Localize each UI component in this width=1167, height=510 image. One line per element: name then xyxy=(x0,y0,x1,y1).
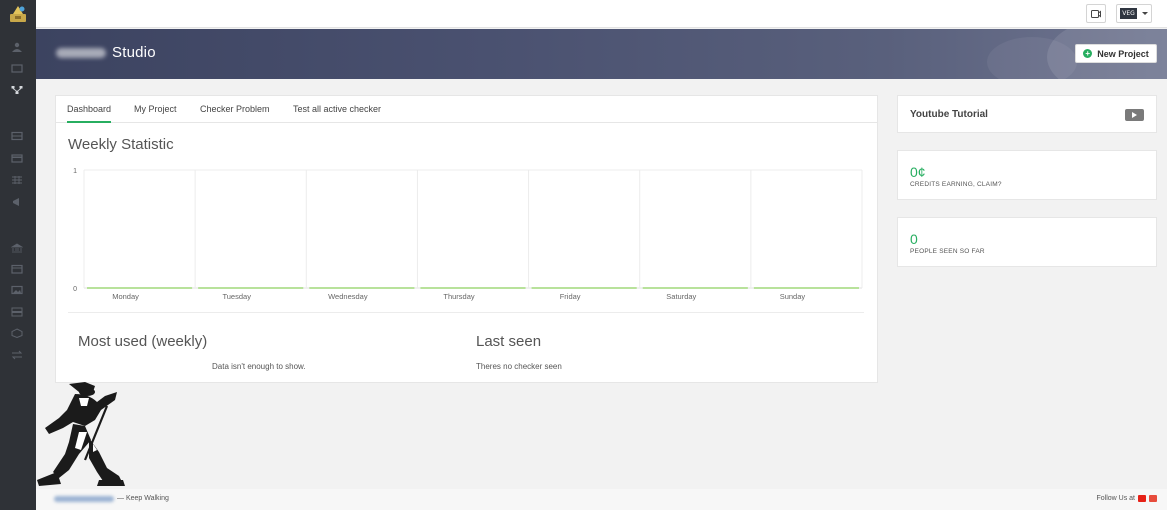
exchange-icon[interactable] xyxy=(11,350,23,360)
tab-test-all-active-checker[interactable]: Test all active checker xyxy=(293,104,381,114)
tab-bar: Dashboard My Project Checker Problem Tes… xyxy=(56,96,877,123)
briefcase-icon[interactable] xyxy=(11,63,23,73)
cube-icon[interactable] xyxy=(11,328,23,338)
footer: — Keep Walking Follow Us at xyxy=(36,489,1167,510)
people-seen-widget: 0 PEOPLE SEEN SO FAR xyxy=(897,217,1157,267)
chevron-down-icon xyxy=(1142,12,1148,15)
y-tick-label: 0 xyxy=(73,286,77,293)
plus-circle-icon: + xyxy=(1083,49,1093,58)
inbox-icon[interactable] xyxy=(11,131,23,141)
new-project-button[interactable]: + New Project xyxy=(1075,44,1157,63)
credit-card-icon[interactable] xyxy=(11,153,23,163)
image-icon[interactable] xyxy=(11,285,23,295)
most-used-text: Data isn't enough to show. xyxy=(212,362,306,371)
weekly-chart: 1 0 Monday Tuesday Wednesday Thursday Friday Sa… xyxy=(73,168,863,301)
calendar-icon[interactable] xyxy=(11,264,23,274)
most-used-title: Most used (weekly) xyxy=(78,333,208,350)
x-tick-label: Thursday xyxy=(443,292,475,301)
follow-us: Follow Us at xyxy=(1096,495,1157,502)
chart-title: Weekly Statistic xyxy=(68,136,174,153)
credits-label[interactable]: CREDITS EARNING, CLAIM? xyxy=(910,181,1002,188)
credits-value: 0¢ xyxy=(910,164,926,180)
footer-credit: — Keep Walking xyxy=(54,495,169,502)
x-tick-label: Monday xyxy=(112,292,139,301)
video-icon xyxy=(1091,9,1101,18)
page-title-text: Studio xyxy=(112,44,156,61)
youtube-play-icon[interactable] xyxy=(1125,109,1144,121)
x-tick-label: Friday xyxy=(560,292,581,301)
striding-man-logo-icon xyxy=(37,382,125,486)
x-tick-label: Wednesday xyxy=(328,292,368,301)
header-banner: Studio + New Project xyxy=(36,29,1167,79)
grid-icon[interactable] xyxy=(11,175,23,185)
redacted-brand-link[interactable] xyxy=(54,495,114,502)
youtube-tutorial-title: Youtube Tutorial xyxy=(910,109,988,120)
divider xyxy=(68,312,864,313)
x-tick-label: Sunday xyxy=(780,292,806,301)
youtube-tutorial-widget[interactable]: Youtube Tutorial xyxy=(897,95,1157,133)
people-seen-label: PEOPLE SEEN SO FAR xyxy=(910,248,985,255)
x-tick-label: Tuesday xyxy=(222,292,251,301)
credits-widget[interactable]: 0¢ CREDITS EARNING, CLAIM? xyxy=(897,150,1157,200)
people-seen-value: 0 xyxy=(910,231,918,247)
top-bar: VEG xyxy=(36,0,1167,28)
mail-icon[interactable] xyxy=(1149,495,1157,502)
tab-dashboard[interactable]: Dashboard xyxy=(67,104,112,123)
tab-checker-problem[interactable]: Checker Problem xyxy=(200,104,270,114)
megaphone-icon[interactable] xyxy=(11,197,23,207)
page-title: Studio xyxy=(56,44,156,61)
x-tick-label: Saturday xyxy=(666,292,696,301)
tab-my-project[interactable]: My Project xyxy=(134,104,177,114)
app-logo-icon[interactable] xyxy=(8,4,28,24)
banner-decoration xyxy=(987,37,1077,79)
redacted-name xyxy=(56,47,106,58)
y-tick-label: 1 xyxy=(73,168,77,175)
youtube-icon[interactable] xyxy=(1138,495,1146,502)
server-icon[interactable] xyxy=(11,307,23,317)
dashboard-card: Dashboard My Project Checker Problem Tes… xyxy=(55,95,878,383)
language-dropdown[interactable]: VEG xyxy=(1116,4,1152,23)
last-seen-title: Last seen xyxy=(476,333,542,350)
flag-icon: VEG xyxy=(1120,8,1137,19)
bank-icon[interactable] xyxy=(11,243,23,253)
last-seen-text: Theres no checker seen xyxy=(476,362,562,371)
footer-tagline: — Keep Walking xyxy=(117,495,169,502)
new-project-label: New Project xyxy=(1097,48,1149,59)
sidebar xyxy=(0,0,36,510)
video-button[interactable] xyxy=(1086,4,1106,23)
sitemap-icon[interactable] xyxy=(11,85,23,95)
follow-us-label: Follow Us at xyxy=(1096,495,1135,502)
user-icon[interactable] xyxy=(11,42,23,52)
